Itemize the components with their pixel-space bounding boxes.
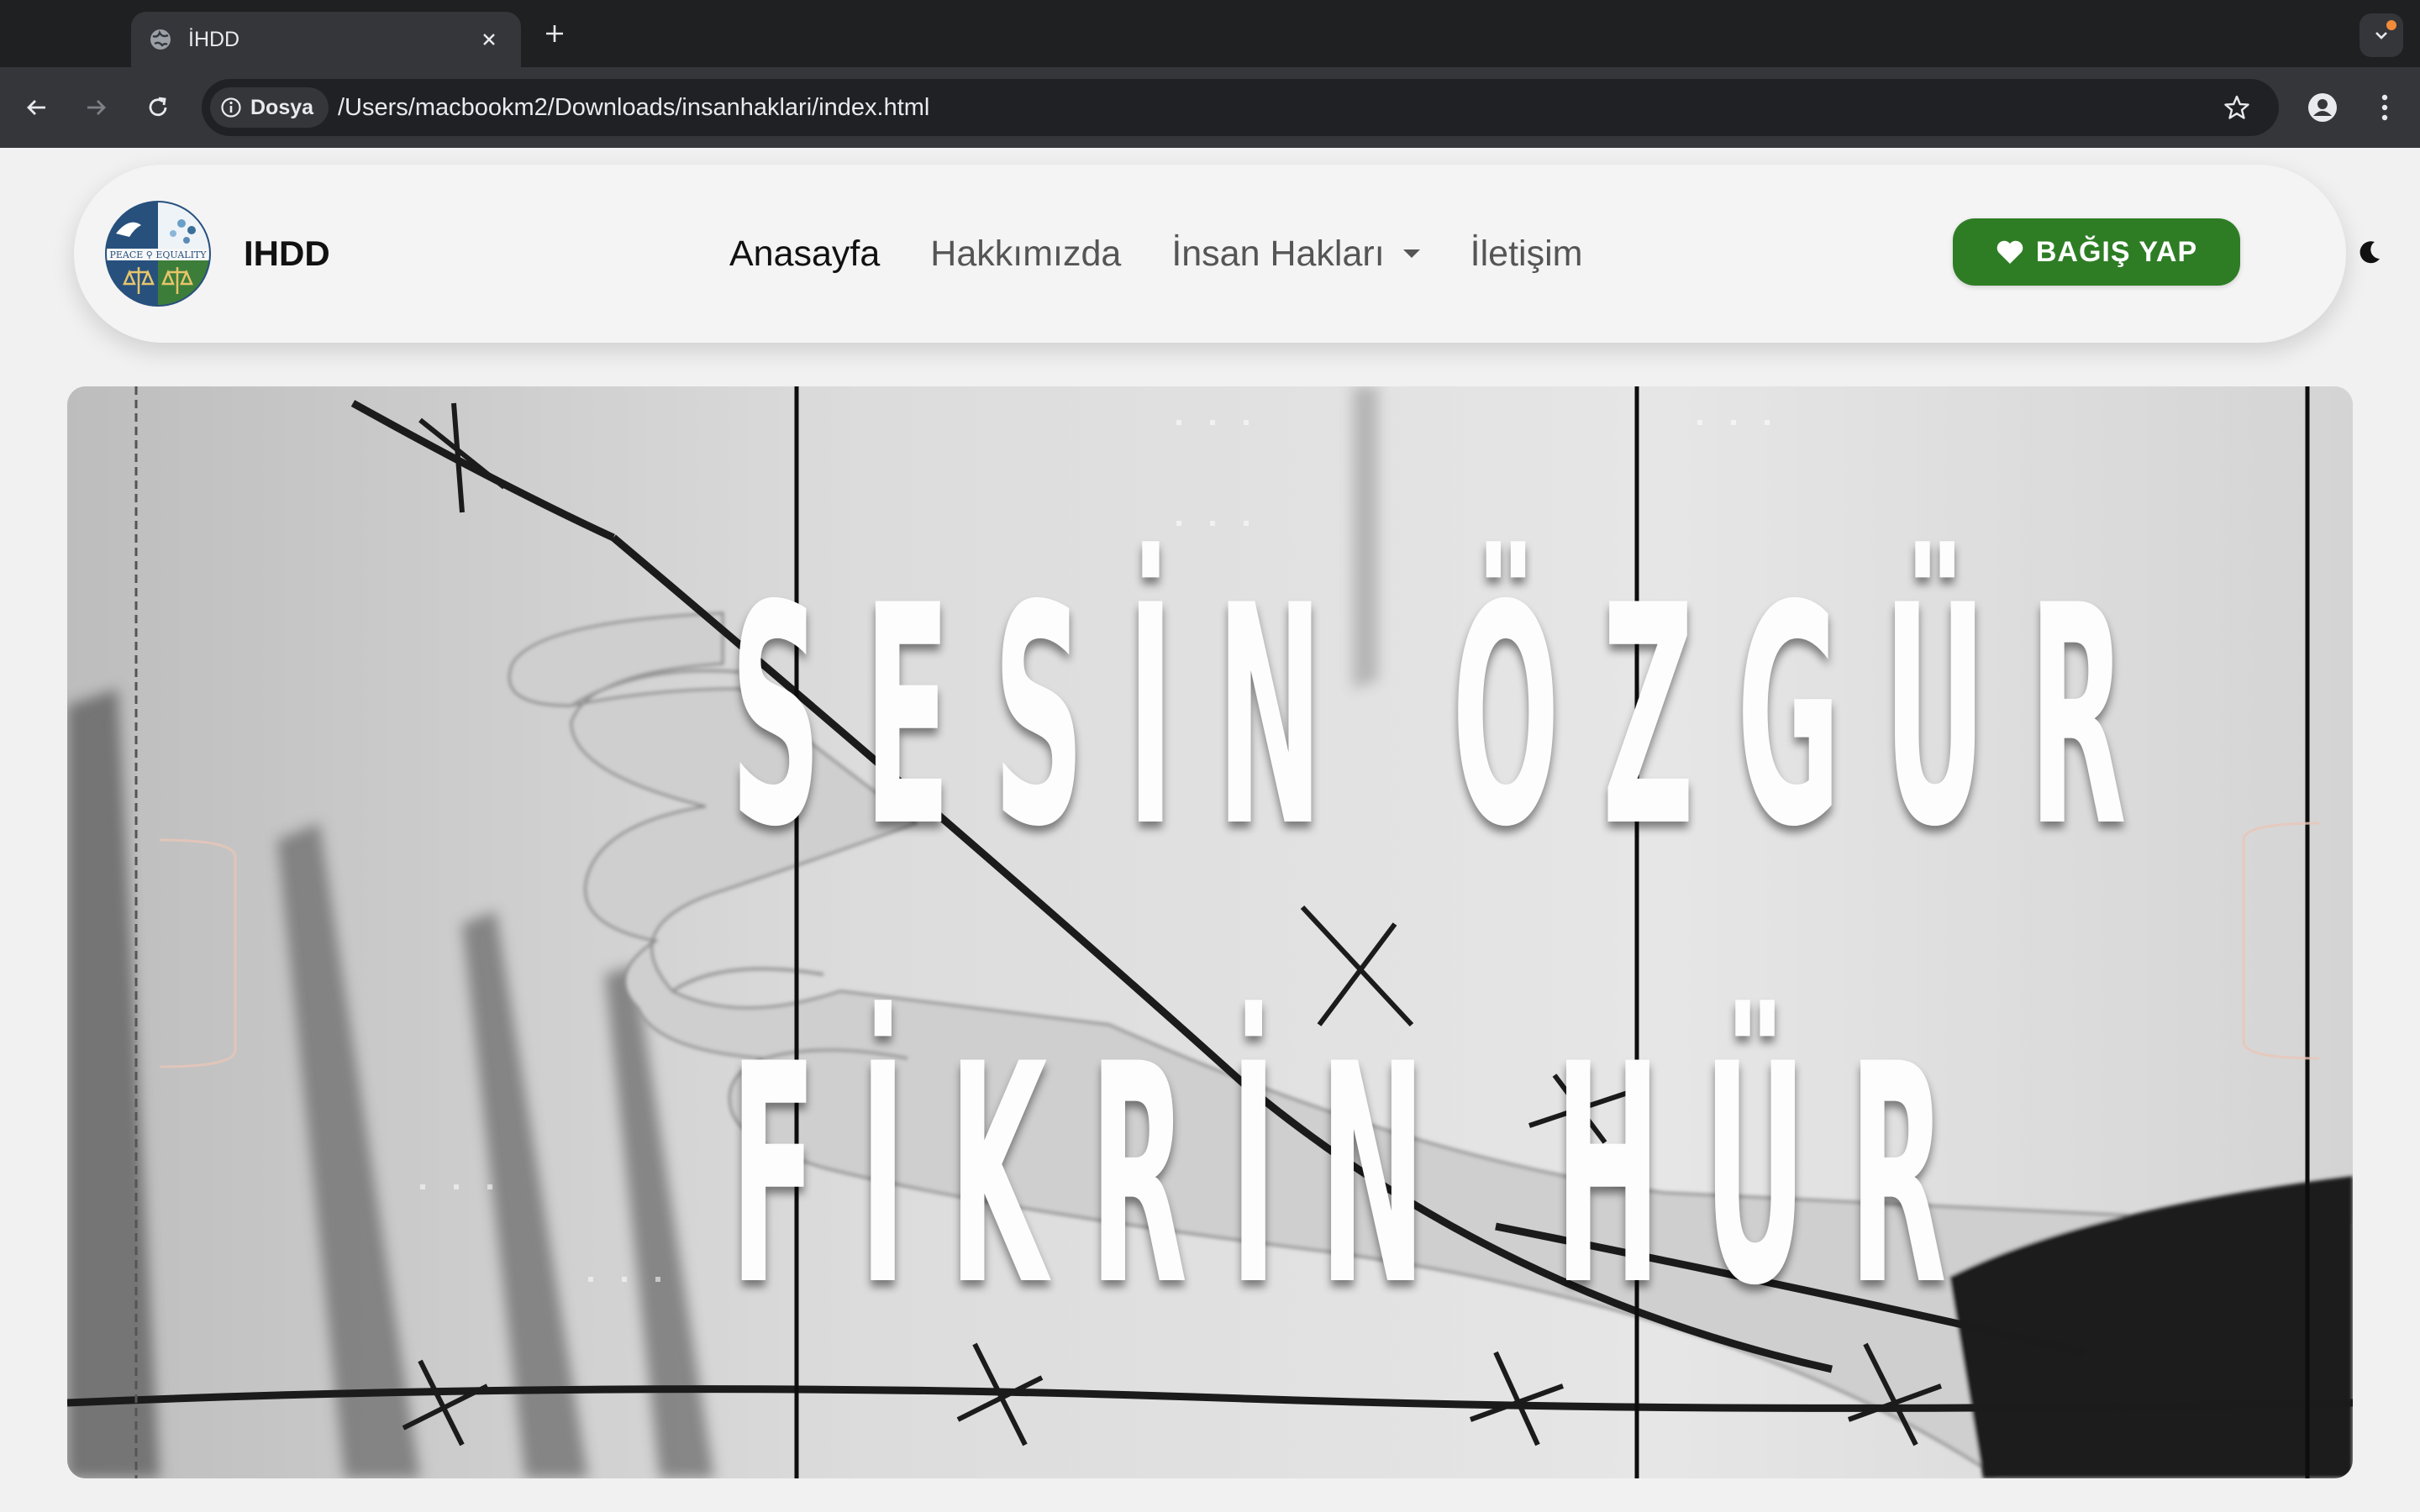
reload-button[interactable] bbox=[139, 89, 176, 126]
hero-headline-line1: SESİN ÖZGÜR bbox=[729, 541, 2170, 893]
site-info-chip[interactable]: Dosya bbox=[210, 87, 329, 128]
logo-lettering: PEACE ⚲ EQUALITY bbox=[109, 249, 207, 260]
arrow-right-icon bbox=[87, 100, 106, 115]
caret-down-icon bbox=[1402, 249, 1420, 258]
bookmark-button[interactable] bbox=[2220, 91, 2254, 124]
person-icon bbox=[2308, 93, 2337, 122]
tab-title: İHDD bbox=[188, 27, 240, 51]
kebab-icon bbox=[2381, 94, 2388, 121]
globe-icon bbox=[148, 27, 173, 52]
star-icon bbox=[2224, 95, 2249, 119]
profile-button[interactable] bbox=[2302, 87, 2343, 128]
moon-icon bbox=[2360, 241, 2380, 264]
browser-tabstrip: İHDD bbox=[0, 0, 2420, 67]
hero-headline-line2: FİKRİN HÜR bbox=[729, 1000, 1990, 1352]
brand-name[interactable]: IHDD bbox=[244, 165, 330, 343]
arrow-left-icon bbox=[27, 100, 45, 115]
nav-dropdown-label: İnsan Hakları bbox=[1171, 233, 1385, 274]
browser-menu-button[interactable] bbox=[2365, 87, 2405, 128]
security-chip-label: Dosya bbox=[250, 95, 314, 119]
plus-icon bbox=[546, 25, 563, 42]
heart-icon bbox=[1996, 240, 2023, 264]
back-button[interactable] bbox=[18, 89, 55, 126]
site-navbar: PEACE ⚲ EQUALITY IHDD Anasayfa Hakkımızd… bbox=[74, 165, 2380, 343]
forward-button[interactable] bbox=[77, 89, 114, 126]
nav-dropdown-human-rights[interactable]: İnsan Hakları bbox=[1171, 233, 1420, 275]
new-tab-button[interactable] bbox=[538, 17, 571, 50]
notification-dot bbox=[2386, 20, 2396, 30]
browser-toolbar: Dosya /Users/macbookm2/Downloads/insanha… bbox=[0, 67, 2420, 148]
close-icon[interactable] bbox=[474, 24, 504, 55]
nav-link-about[interactable]: Hakkımızda bbox=[930, 234, 1121, 275]
nav-link-contact[interactable]: İletişim bbox=[1470, 234, 1583, 275]
hero-banner: SESİN ÖZGÜR FİKRİN HÜR bbox=[67, 386, 2353, 1478]
main-menu: Anasayfa Hakkımızda İnsan Hakları İletiş… bbox=[729, 165, 1633, 343]
nav-link-home[interactable]: Anasayfa bbox=[729, 234, 880, 275]
site-logo[interactable]: PEACE ⚲ EQUALITY bbox=[104, 200, 212, 307]
url-text[interactable]: /Users/macbookm2/Downloads/insanhaklari/… bbox=[338, 79, 929, 136]
donate-button[interactable]: BAĞIŞ YAP bbox=[1953, 218, 2240, 286]
tab-search-button[interactable] bbox=[2360, 13, 2403, 57]
info-icon bbox=[221, 97, 241, 118]
donate-label: BAĞIŞ YAP bbox=[2035, 235, 2198, 268]
theme-toggle-button[interactable] bbox=[2349, 232, 2390, 272]
address-bar[interactable]: Dosya /Users/macbookm2/Downloads/insanha… bbox=[202, 79, 2279, 136]
browser-tab[interactable]: İHDD bbox=[131, 12, 521, 67]
reload-icon bbox=[149, 97, 167, 117]
page-viewport: PEACE ⚲ EQUALITY IHDD Anasayfa Hakkımızd… bbox=[0, 148, 2420, 1512]
